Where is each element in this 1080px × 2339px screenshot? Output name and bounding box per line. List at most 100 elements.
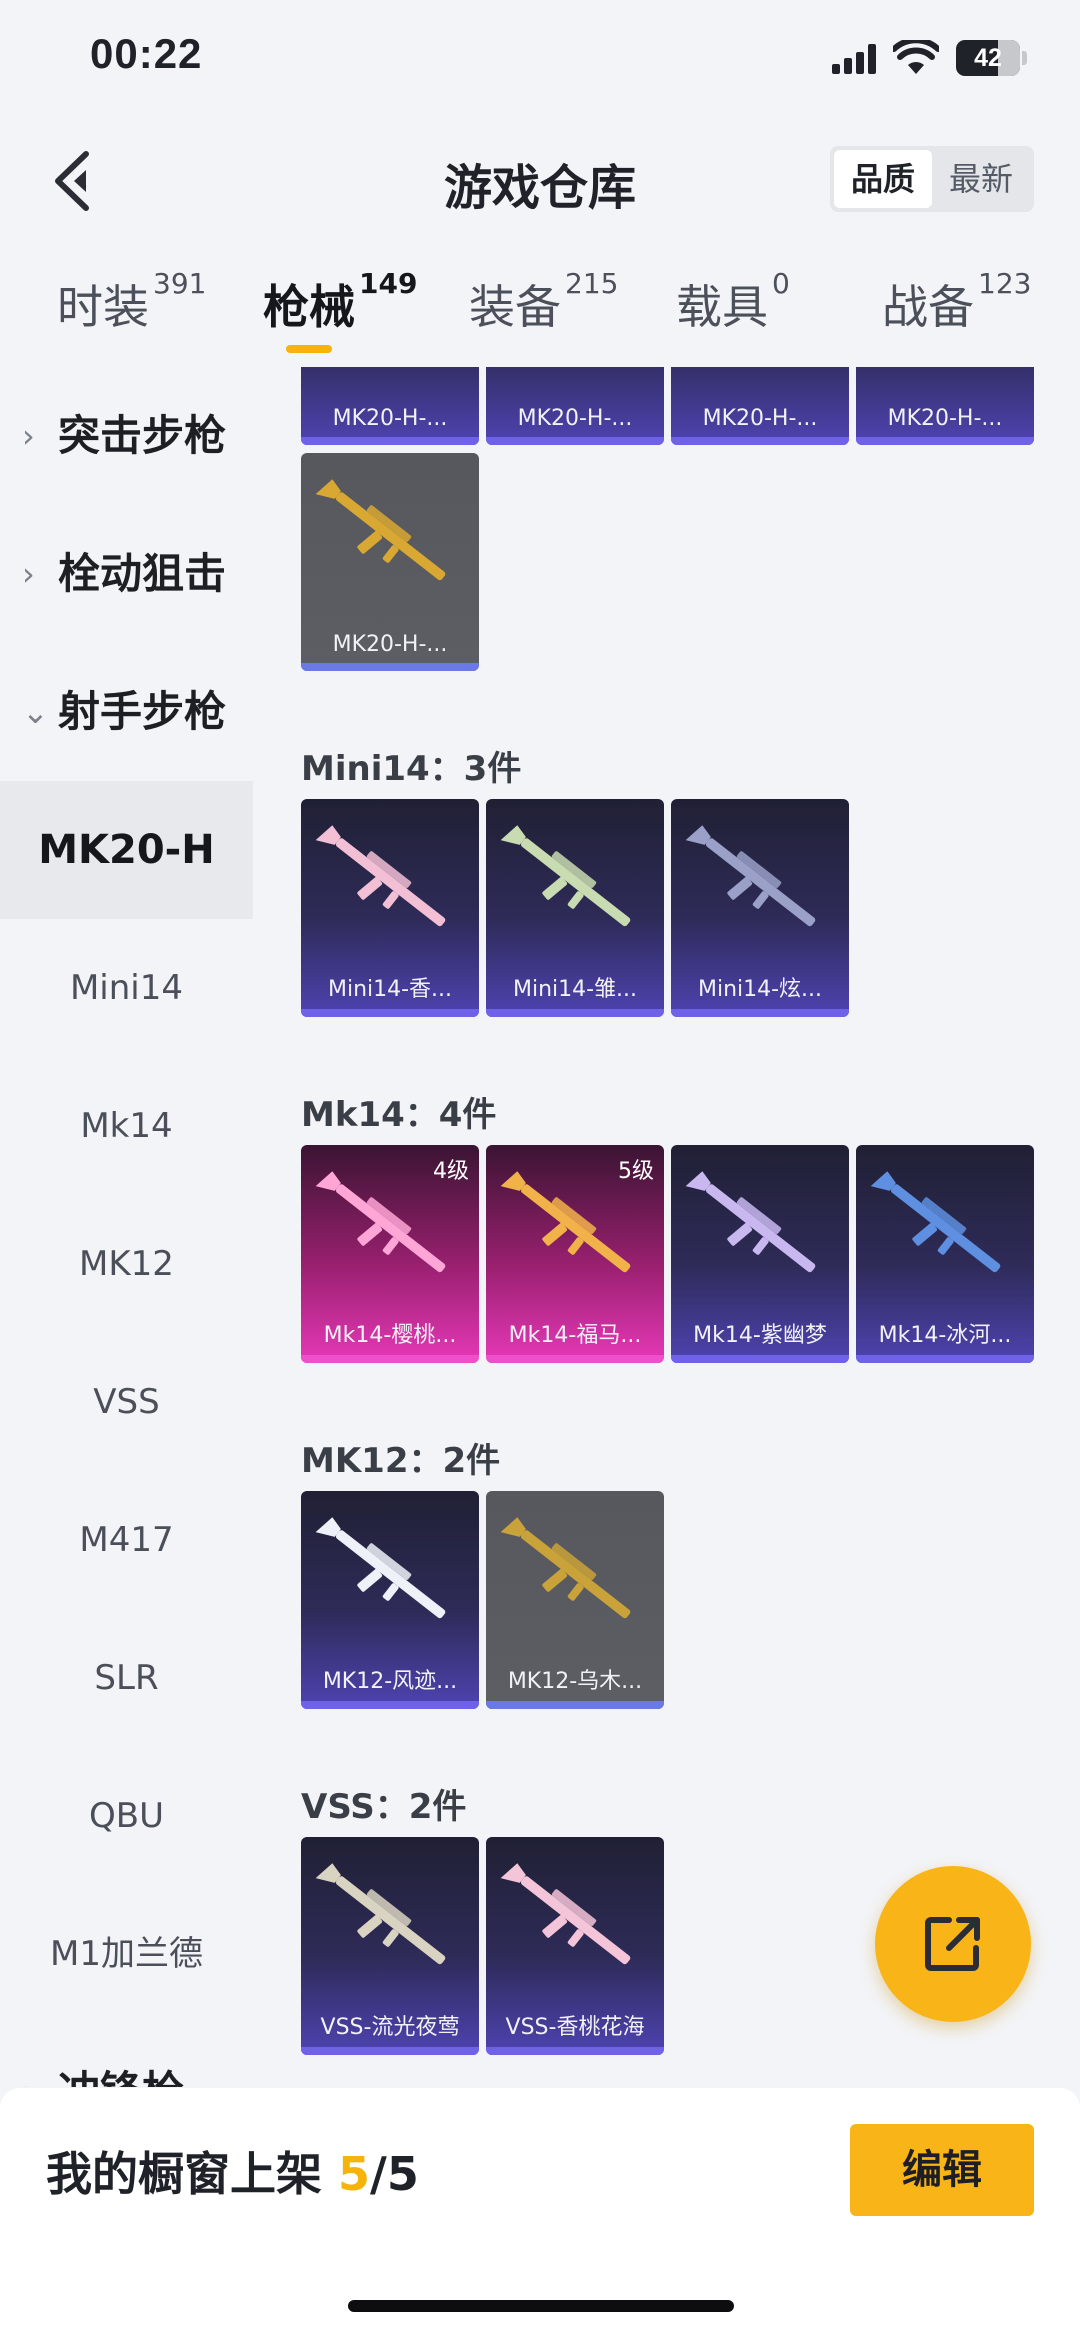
rifle-icon (685, 1171, 816, 1273)
group-title: Mini14：3件 (301, 749, 522, 789)
rifle-icon (870, 367, 1020, 371)
card-name: Mini14-炫... (697, 977, 823, 1002)
sidebar-category-smg[interactable]: › 冲锋枪 (0, 2023, 253, 2087)
share-icon (925, 1917, 980, 1971)
sidebar-item-vss[interactable]: VSS (0, 1333, 253, 1471)
sort-newest-button[interactable]: 最新 (932, 150, 1030, 208)
weapon-skin-card[interactable]: MK12-风迹... (301, 1491, 479, 1709)
active-tab-indicator (286, 345, 332, 353)
home-indicator (348, 2300, 734, 2312)
rarity-strip (486, 1009, 664, 1017)
weapon-skin-card[interactable]: MK20-H-... (301, 367, 479, 445)
card-name: VSS-香桃花海 (505, 2015, 645, 2040)
card-name: MK20-H-... (887, 406, 1003, 431)
card-name: MK20-H-... (702, 406, 818, 431)
card-name: MK12-风迹... (322, 1669, 458, 1694)
sidebar-item-mk20h[interactable]: MK20-H (0, 781, 253, 919)
tab-label: 战备 (882, 280, 974, 334)
card-name: MK20-H-... (332, 406, 448, 431)
rarity-strip (486, 1701, 664, 1709)
weapon-skin-card[interactable]: MK12-乌木... (486, 1491, 664, 1709)
rifle-icon (500, 825, 631, 927)
sidebar-item-slr[interactable]: SLR (0, 1609, 253, 1747)
weapon-skin-card[interactable]: VSS-香桃花海 (486, 1837, 664, 2055)
sort-toggle: 品质 最新 (830, 146, 1034, 212)
rifle-icon (315, 1517, 446, 1619)
weapon-type-sidebar: › 突击步枪 › 栓动狙击 ⌄ 射手步枪 MK20-H Mini14 Mk14 MK1… (0, 367, 253, 2087)
sidebar-item-m1-garand[interactable]: M1加兰德 (0, 1885, 253, 2023)
weapon-skin-card[interactable]: VSS-流光夜莺 (301, 1837, 479, 2055)
sidebar-category-assault-rifle[interactable]: › 突击步枪 (0, 367, 253, 505)
card-name: Mini14-香... (327, 977, 453, 1002)
weapon-skin-card[interactable]: MK20-H-... (856, 367, 1034, 445)
sidebar-item-qbu[interactable]: QBU (0, 1747, 253, 1885)
sidebar-category-bolt-sniper[interactable]: › 栓动狙击 (0, 505, 253, 643)
status-bar: 00:22 42 (0, 0, 1080, 120)
group-title: MK12：2件 (301, 1441, 501, 1481)
category-tabs: 时装 391 枪械 149 装备 215 载具 0 战备 123 (0, 245, 1080, 367)
tab-label: 装备 (469, 280, 561, 334)
rarity-strip (301, 663, 479, 671)
weapon-skin-card[interactable]: Mk14-冰河... (856, 1145, 1034, 1363)
tab-supplies[interactable]: 战备 123 (882, 267, 1031, 341)
rarity-strip (301, 2047, 479, 2055)
tab-fashion[interactable]: 时装 391 (57, 267, 206, 341)
weapon-skin-card[interactable]: 5级 Mk14-福马... (486, 1145, 664, 1363)
weapon-skin-card[interactable]: Mini14-香... (301, 799, 479, 1017)
rifle-icon (315, 367, 465, 371)
tab-vehicles[interactable]: 载具 0 (676, 267, 790, 341)
rifle-icon (315, 1171, 446, 1273)
weapon-skin-card[interactable]: Mk14-紫幽梦 (671, 1145, 849, 1363)
tab-guns[interactable]: 枪械 149 (263, 267, 417, 341)
rifle-icon (500, 1171, 631, 1273)
shelf-label: 我的橱窗上架 (46, 2147, 322, 2201)
sidebar-category-label: 突击步枪 (58, 411, 227, 460)
rifle-icon (685, 367, 835, 371)
rifle-icon (500, 1863, 631, 1965)
weapon-skin-card[interactable]: MK20-H-... (486, 367, 664, 445)
rifle-icon (685, 825, 816, 927)
card-name: Mk14-冰河... (878, 1323, 1012, 1348)
tab-label: 时装 (57, 280, 149, 334)
rarity-strip (486, 437, 664, 445)
tab-count: 0 (772, 267, 790, 300)
rarity-strip (671, 1009, 849, 1017)
rarity-strip (671, 437, 849, 445)
share-button[interactable] (875, 1866, 1031, 2022)
rarity-strip (301, 1701, 479, 1709)
sort-quality-button[interactable]: 品质 (834, 150, 932, 208)
weapon-skin-card[interactable]: 4级 Mk14-樱桃... (301, 1145, 479, 1363)
tab-count: 391 (153, 267, 207, 300)
sidebar-item-mini14[interactable]: Mini14 (0, 919, 253, 1057)
card-name: VSS-流光夜莺 (320, 2015, 460, 2040)
rifle-icon (315, 479, 446, 581)
weapon-skin-card[interactable]: MK20-H-... (671, 367, 849, 445)
rifle-icon (500, 367, 650, 371)
card-level-badge: 4级 (433, 1159, 469, 1184)
battery-level: 42 (974, 44, 1002, 72)
sidebar-category-marksman-rifle[interactable]: ⌄ 射手步枪 (0, 643, 253, 781)
battery-icon: 42 (956, 40, 1020, 76)
sidebar-item-mk14[interactable]: Mk14 (0, 1057, 253, 1195)
weapon-skin-card[interactable]: Mini14-炫... (671, 799, 849, 1017)
sidebar-item-mk12[interactable]: MK12 (0, 1195, 253, 1333)
rarity-strip (301, 1355, 479, 1363)
sidebar-category-label: 栓动狙击 (58, 549, 227, 598)
chevron-right-icon: › (22, 417, 35, 455)
rifle-icon (315, 825, 446, 927)
rifle-icon (870, 1171, 1001, 1273)
rarity-strip (856, 437, 1034, 445)
rarity-strip (671, 1355, 849, 1363)
chevron-right-icon: › (22, 555, 35, 593)
shelf-status: 我的橱窗上架 5/5 (46, 2138, 419, 2204)
edit-button[interactable]: 编辑 (850, 2124, 1034, 2216)
cellular-signal-icon (832, 44, 880, 74)
weapon-skin-card[interactable]: MK20-H-... (301, 453, 479, 671)
bottom-shelf-bar: 我的橱窗上架 5/5 编辑 (0, 2088, 1080, 2339)
card-name: Mk14-福马... (508, 1323, 642, 1348)
weapon-skin-card[interactable]: Mini14-雏... (486, 799, 664, 1017)
sidebar-category-label: 冲锋枪 (58, 2067, 184, 2087)
card-name: Mini14-雏... (512, 977, 638, 1002)
sidebar-item-m417[interactable]: M417 (0, 1471, 253, 1609)
tab-equipment[interactable]: 装备 215 (469, 267, 618, 341)
